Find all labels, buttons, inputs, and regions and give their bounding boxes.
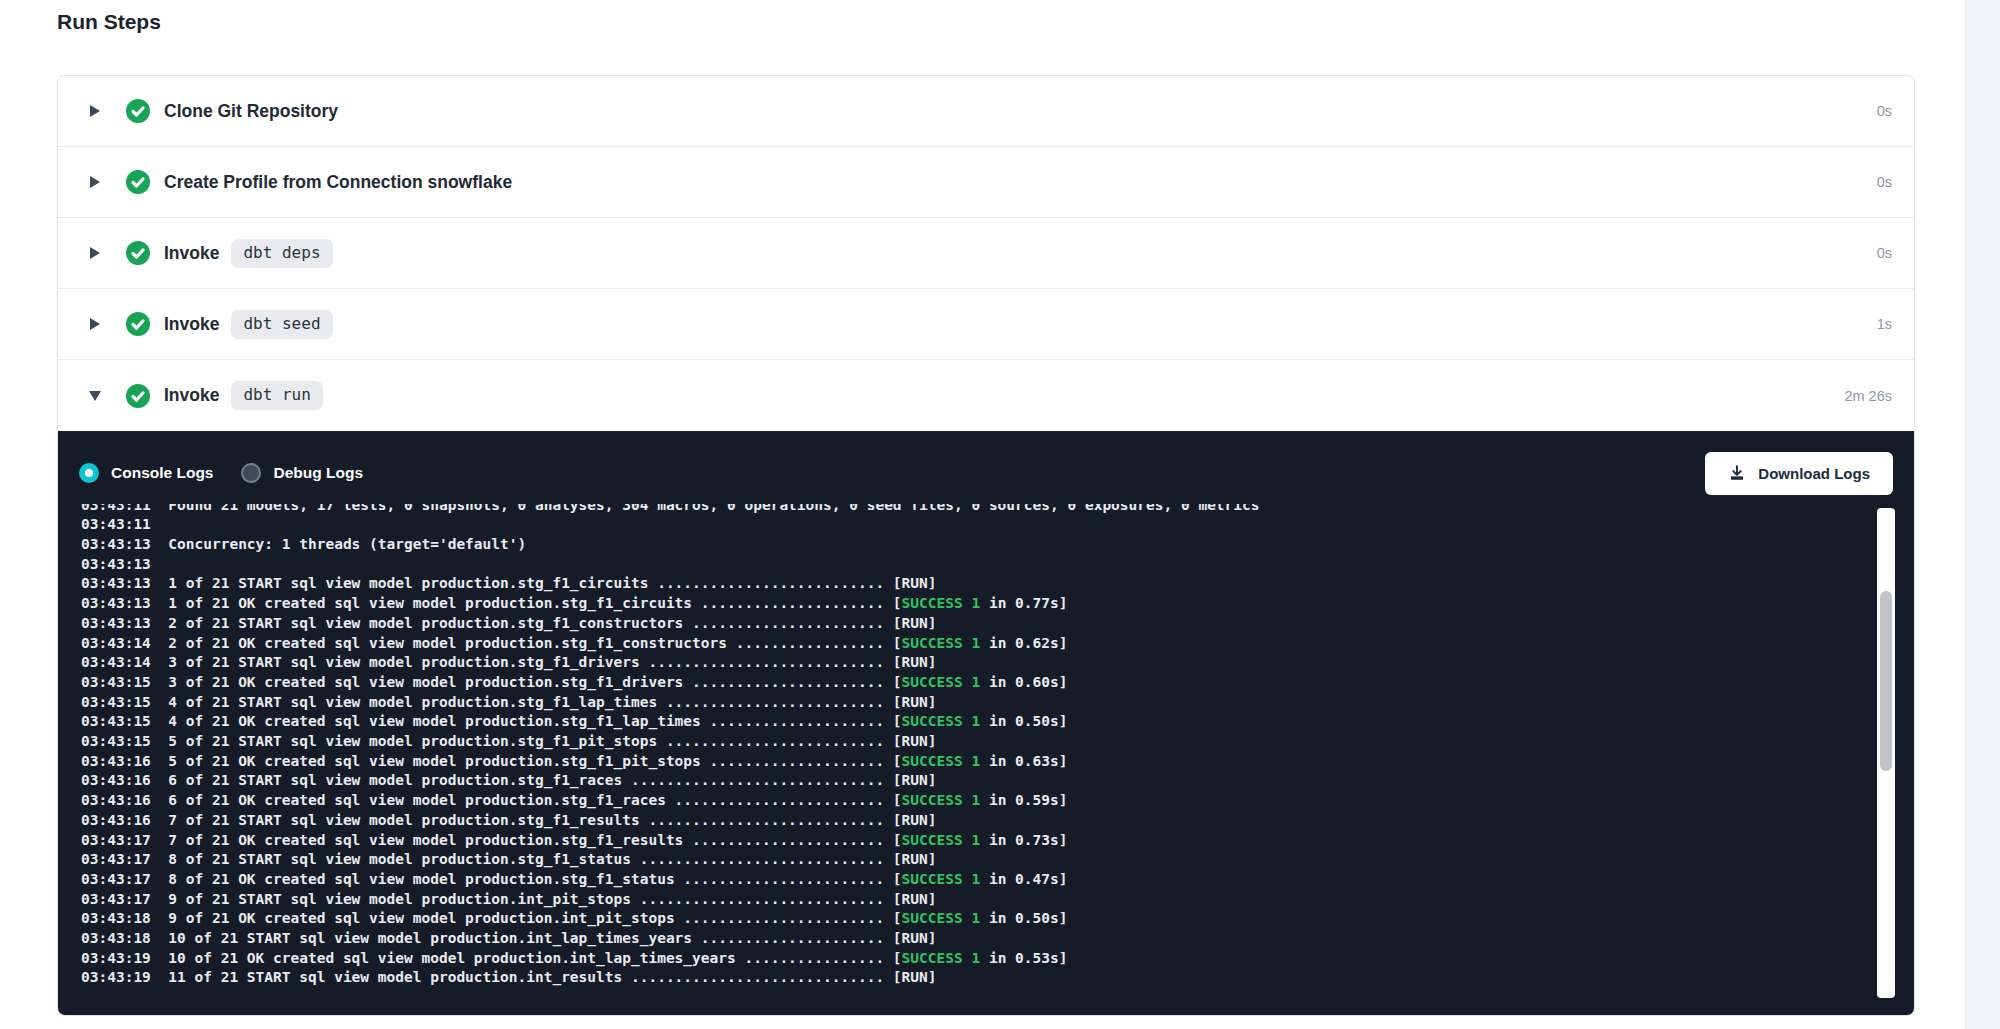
console-scrollbar-thumb[interactable] [1880, 591, 1892, 771]
console-panel: Console Logs Debug Logs Download Logs 03… [58, 431, 1914, 1015]
chevron-right-icon[interactable] [90, 318, 100, 330]
step-duration: 1s [1877, 316, 1892, 332]
step-label: Invoke [164, 314, 219, 335]
success-check-icon [126, 99, 150, 123]
step-row-invoke-dbt-run[interactable]: Invoke dbt run 2m 26s [58, 360, 1914, 431]
download-logs-button[interactable]: Download Logs [1705, 452, 1893, 495]
log-line: 03:43:15 4 of 21 START sql view model pr… [81, 693, 1914, 713]
radio-selected-icon[interactable] [79, 463, 99, 483]
log-line: 03:43:16 7 of 21 START sql view model pr… [81, 811, 1914, 831]
command-badge: dbt seed [231, 310, 332, 339]
console-scrollbar-track[interactable] [1877, 508, 1895, 998]
step-row-invoke-dbt-seed[interactable]: Invoke dbt seed 1s [58, 289, 1914, 360]
log-line: 03:43:14 2 of 21 OK created sql view mod… [81, 634, 1914, 654]
log-line: 03:43:15 4 of 21 OK created sql view mod… [81, 712, 1914, 732]
log-line: 03:43:15 5 of 21 START sql view model pr… [81, 732, 1914, 752]
log-line: 03:43:19 11 of 21 START sql view model p… [81, 968, 1914, 988]
log-line: 03:43:17 8 of 21 OK created sql view mod… [81, 870, 1914, 890]
step-label: Create Profile from Connection snowflake [164, 172, 512, 193]
log-line: 03:43:13 Concurrency: 1 threads (target=… [81, 535, 1914, 555]
console-header: Console Logs Debug Logs Download Logs [58, 431, 1914, 501]
step-row-invoke-dbt-deps[interactable]: Invoke dbt deps 0s [58, 218, 1914, 289]
log-line: 03:43:13 [81, 555, 1914, 575]
log-line: 03:43:16 5 of 21 OK created sql view mod… [81, 752, 1914, 772]
log-line: 03:43:19 10 of 21 OK created sql view mo… [81, 949, 1914, 969]
log-line: 03:43:17 7 of 21 OK created sql view mod… [81, 831, 1914, 851]
success-check-icon [126, 384, 150, 408]
command-badge: dbt deps [231, 239, 332, 268]
log-line: 03:43:18 10 of 21 START sql view model p… [81, 929, 1914, 949]
console-log-viewport[interactable]: 03:43:11 Found 21 models, 17 tests, 0 sn… [58, 504, 1914, 1015]
log-line: 03:43:17 9 of 21 START sql view model pr… [81, 890, 1914, 910]
step-label: Invoke [164, 385, 219, 406]
log-line: 03:43:17 8 of 21 START sql view model pr… [81, 850, 1914, 870]
step-label: Invoke [164, 243, 219, 264]
log-line: 03:43:16 6 of 21 START sql view model pr… [81, 771, 1914, 791]
debug-logs-radio[interactable]: Debug Logs [241, 463, 363, 483]
radio-unselected-icon[interactable] [241, 463, 261, 483]
step-duration: 2m 26s [1844, 388, 1892, 404]
chevron-down-icon[interactable] [89, 391, 101, 401]
chevron-right-icon[interactable] [90, 176, 100, 188]
log-line: 03:43:13 2 of 21 START sql view model pr… [81, 614, 1914, 634]
log-line: 03:43:14 3 of 21 START sql view model pr… [81, 653, 1914, 673]
debug-logs-label: Debug Logs [273, 464, 363, 482]
step-duration: 0s [1877, 103, 1892, 119]
right-gutter [1965, 0, 2000, 1029]
console-log-lines: 03:43:11 Found 21 models, 17 tests, 0 sn… [58, 504, 1914, 988]
console-logs-radio[interactable]: Console Logs [79, 463, 213, 483]
step-duration: 0s [1877, 174, 1892, 190]
page-title: Run Steps [57, 10, 161, 34]
success-check-icon [126, 170, 150, 194]
step-duration: 0s [1877, 245, 1892, 261]
log-line: 03:43:13 1 of 21 OK created sql view mod… [81, 594, 1914, 614]
log-line: 03:43:11 [81, 515, 1914, 535]
success-check-icon [126, 312, 150, 336]
console-logs-label: Console Logs [111, 464, 213, 482]
log-line: 03:43:13 1 of 21 START sql view model pr… [81, 574, 1914, 594]
log-line: 03:43:18 9 of 21 OK created sql view mod… [81, 909, 1914, 929]
step-row-create-profile[interactable]: Create Profile from Connection snowflake… [58, 147, 1914, 218]
log-line: 03:43:11 Found 21 models, 17 tests, 0 sn… [81, 504, 1914, 515]
success-check-icon [126, 241, 150, 265]
step-label: Clone Git Repository [164, 101, 338, 122]
step-row-clone-git-repository[interactable]: Clone Git Repository 0s [58, 76, 1914, 147]
download-icon [1728, 464, 1746, 482]
command-badge: dbt run [231, 381, 322, 410]
run-steps-card: Clone Git Repository 0s Create Profile f… [57, 75, 1915, 1016]
log-line: 03:43:15 3 of 21 OK created sql view mod… [81, 673, 1914, 693]
log-line: 03:43:16 6 of 21 OK created sql view mod… [81, 791, 1914, 811]
chevron-right-icon[interactable] [90, 247, 100, 259]
chevron-right-icon[interactable] [90, 105, 100, 117]
